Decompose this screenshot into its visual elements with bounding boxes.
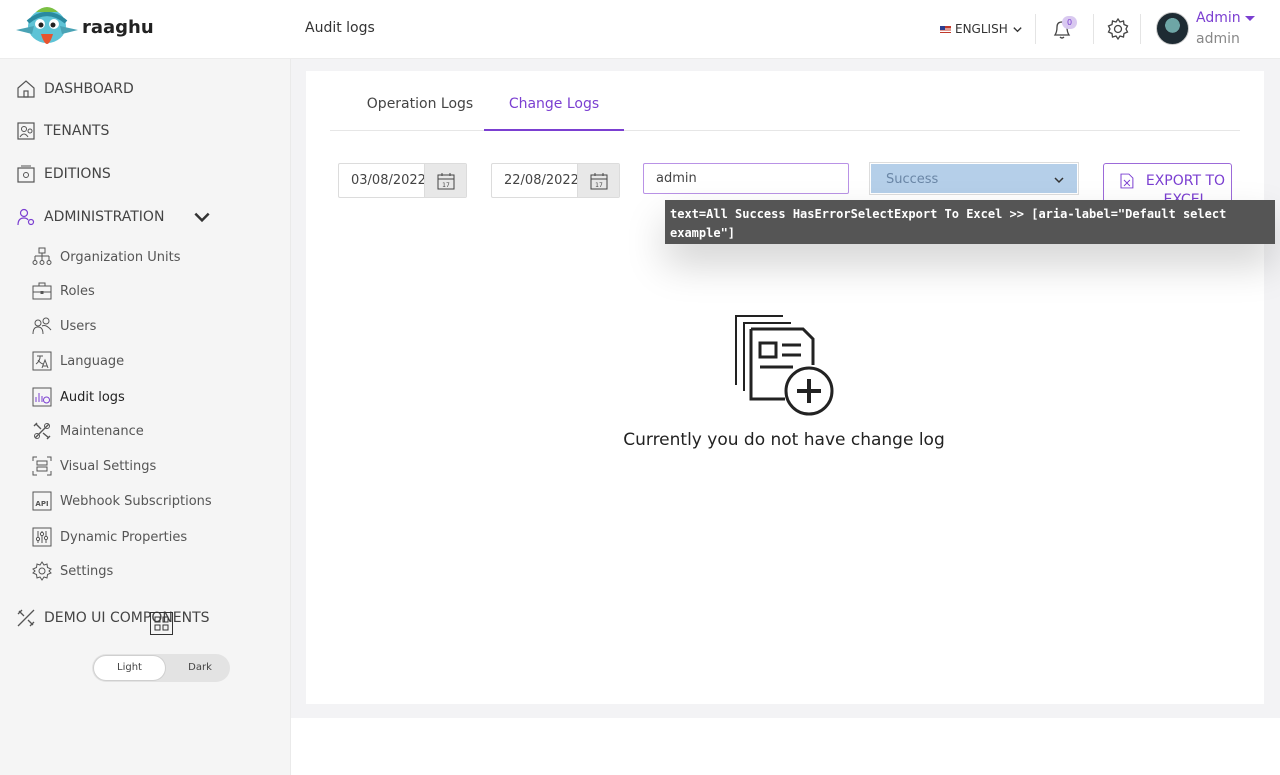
- excel-file-icon: [1120, 173, 1134, 189]
- bird-logo-icon: [16, 7, 78, 44]
- sidebar-item-dynamic-properties[interactable]: Dynamic Properties: [32, 527, 187, 547]
- sidebar-item-label: Audit logs: [60, 389, 125, 405]
- sidebar-item-label: Maintenance: [60, 423, 144, 439]
- sidebar-item-audit-logs[interactable]: Audit logs: [32, 387, 125, 407]
- sliders-icon: [32, 527, 52, 547]
- sidebar-item-tenants[interactable]: TENANTS: [16, 121, 109, 141]
- add-documents-icon: [735, 315, 834, 416]
- calendar-icon: 17: [437, 172, 454, 189]
- footer-area: [291, 718, 1280, 775]
- brand[interactable]: raaghu: [14, 4, 154, 54]
- divider: [1093, 14, 1094, 44]
- sidebar-item-label: Language: [60, 353, 125, 369]
- tab-bar: Operation Logs Change Logs: [330, 86, 1240, 131]
- start-date-calendar-button[interactable]: 17: [424, 164, 466, 197]
- us-flag-icon: [940, 25, 951, 33]
- theme-light-option[interactable]: Light: [94, 656, 165, 680]
- theme-dark-option[interactable]: Dark: [172, 656, 228, 680]
- sidebar-item-language[interactable]: Language: [32, 351, 124, 371]
- visual-settings-icon: [32, 456, 52, 476]
- user-filter-input[interactable]: [643, 163, 849, 194]
- sidebar-item-label: DEMO UI COMPONENTS: [44, 610, 210, 626]
- svg-text:API: API: [35, 500, 48, 508]
- briefcase-icon: [32, 282, 52, 300]
- sidebar-item-label: Roles: [60, 283, 95, 299]
- brand-name: raaghu: [82, 16, 154, 38]
- sidebar-item-label: ADMINISTRATION: [44, 209, 165, 225]
- notification-badge: 0: [1062, 16, 1077, 29]
- sidebar-item-visual-settings[interactable]: Visual Settings: [32, 456, 156, 476]
- audit-chart-icon: [32, 387, 52, 407]
- administration-icon: [17, 208, 35, 226]
- start-date-picker[interactable]: 03/08/2022 17: [338, 163, 467, 198]
- tools-icon: [33, 422, 51, 440]
- sidebar-item-administration[interactable]: ADMINISTRATION: [16, 207, 212, 227]
- sidebar-item-label: Visual Settings: [60, 458, 157, 474]
- home-icon: [17, 80, 35, 98]
- sidebar-item-label: Dynamic Properties: [60, 529, 188, 545]
- sidebar: DASHBOARD TENANTS EDITIONS ADMINISTRATIO…: [0, 59, 291, 775]
- export-label: EXPORT TO EXCEL: [1145, 173, 1226, 203]
- status-select[interactable]: Success: [869, 162, 1079, 195]
- org-tree-icon: [32, 247, 52, 265]
- sidebar-item-roles[interactable]: Roles: [32, 281, 95, 301]
- sidebar-item-label: DASHBOARD: [44, 81, 134, 97]
- language-icon: [32, 351, 52, 371]
- svg-text:17: 17: [442, 182, 450, 189]
- gear-icon: [32, 561, 52, 581]
- gear-icon[interactable]: [1106, 17, 1130, 41]
- editions-icon: [17, 165, 35, 183]
- avatar[interactable]: [1156, 12, 1189, 45]
- chevron-down-icon: [194, 212, 210, 223]
- export-to-excel-button[interactable]: EXPORT TO EXCEL: [1103, 163, 1232, 203]
- sidebar-item-editions[interactable]: EDITIONS: [16, 164, 111, 184]
- sidebar-item-label: Webhook Subscriptions: [60, 493, 212, 509]
- empty-state-message: Currently you do not have change log: [623, 430, 945, 450]
- sidebar-item-label: EDITIONS: [44, 166, 111, 182]
- caret-down-icon[interactable]: [1245, 16, 1255, 21]
- top-bar: raaghu Audit logs ENGLISH 0 Admin admin: [0, 0, 1280, 59]
- sidebar-item-settings[interactable]: Settings: [32, 561, 113, 581]
- sidebar-item-label: Settings: [60, 563, 114, 579]
- selector-tooltip: text=All Success HasErrorSelectExport To…: [665, 200, 1275, 244]
- end-date-input[interactable]: 22/08/2022: [492, 164, 577, 197]
- chevron-down-icon: [1013, 26, 1022, 32]
- svg-text:17: 17: [595, 182, 603, 189]
- theme-toggle[interactable]: Light Dark: [92, 654, 230, 682]
- end-date-calendar-button[interactable]: 17: [577, 164, 619, 197]
- status-select-value[interactable]: Success: [871, 164, 1077, 193]
- sidebar-item-organization-units[interactable]: Organization Units: [32, 247, 180, 267]
- sidebar-item-maintenance[interactable]: Maintenance: [32, 421, 144, 441]
- end-date-picker[interactable]: 22/08/2022 17: [491, 163, 620, 198]
- divider: [1140, 14, 1141, 44]
- tab-operation-logs[interactable]: Operation Logs: [350, 86, 490, 131]
- language-selector[interactable]: ENGLISH: [940, 22, 1023, 36]
- grid-icon[interactable]: [150, 612, 173, 635]
- tab-change-logs[interactable]: Change Logs: [484, 86, 624, 131]
- users-icon: [32, 317, 52, 335]
- sidebar-item-label: Organization Units: [60, 249, 181, 265]
- sidebar-item-dashboard[interactable]: DASHBOARD: [16, 79, 134, 99]
- page-title: Audit logs: [305, 20, 375, 36]
- language-label: ENGLISH: [955, 22, 1008, 36]
- api-icon: API: [32, 491, 52, 511]
- sidebar-item-label: TENANTS: [44, 123, 110, 139]
- sidebar-item-users[interactable]: Users: [32, 316, 96, 336]
- components-icon: [17, 609, 35, 627]
- tenants-icon: [17, 122, 35, 140]
- sidebar-item-webhook-subscriptions[interactable]: API Webhook Subscriptions: [32, 491, 212, 511]
- start-date-input[interactable]: 03/08/2022: [339, 164, 424, 197]
- sidebar-item-demo-ui-components[interactable]: DEMO UI COMPONENTS: [16, 608, 210, 628]
- user-role: admin: [1196, 31, 1240, 47]
- chevron-down-icon: [1054, 177, 1064, 184]
- calendar-icon: 17: [590, 172, 607, 189]
- sidebar-item-label: Users: [60, 318, 97, 334]
- status-selected-label: Success: [886, 172, 939, 187]
- divider: [1035, 14, 1036, 44]
- user-name[interactable]: Admin: [1196, 10, 1241, 26]
